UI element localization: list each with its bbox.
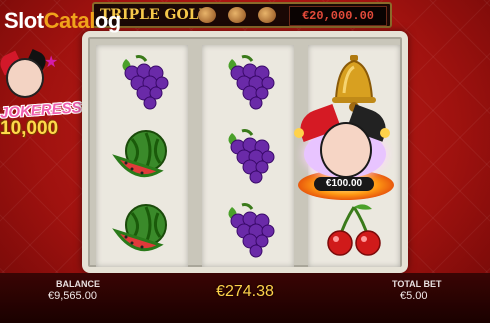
watermark: SlotCatalog	[4, 8, 121, 34]
logo-amount: 10,000	[0, 118, 59, 139]
logo-joker-face	[6, 58, 44, 98]
grapes-icon	[202, 193, 294, 267]
hat-bell-icon	[294, 128, 304, 138]
reel-2	[202, 45, 294, 267]
joker-face	[320, 122, 372, 178]
bottom-bar: BALANCE €9,565.00 €274.38 TOTAL BET €5.0…	[0, 273, 490, 323]
star-icon: ★	[44, 54, 59, 71]
jackpot-symbol-icon	[198, 7, 216, 23]
watermelon-icon	[96, 119, 188, 193]
jackpot-symbol-icon	[228, 7, 246, 23]
watermark-part-2: Catal	[43, 8, 96, 33]
jackpot-bar: TRIPLE GOLD €20,000.00	[92, 2, 392, 28]
jackpot-symbol-icon	[258, 7, 276, 23]
game-logo: ★ JOKERESS 10,000	[0, 49, 82, 142]
watermark-part-1: Slot	[4, 8, 44, 33]
grapes-icon	[202, 119, 294, 193]
grapes-icon	[202, 45, 294, 119]
jackpot-amount: €20,000.00	[289, 6, 387, 26]
total-bet-label: TOTAL BET	[392, 279, 442, 289]
grapes-icon	[96, 45, 188, 119]
joker-jackpot-symbol: €100.00	[294, 103, 404, 206]
joker-prize-value: €100.00	[314, 177, 374, 191]
watermark-part-3: og	[94, 8, 121, 33]
hat-bell-icon	[380, 128, 390, 138]
watermelon-icon	[96, 193, 188, 267]
reel-1	[96, 45, 188, 267]
total-bet-value: €5.00	[400, 290, 428, 302]
